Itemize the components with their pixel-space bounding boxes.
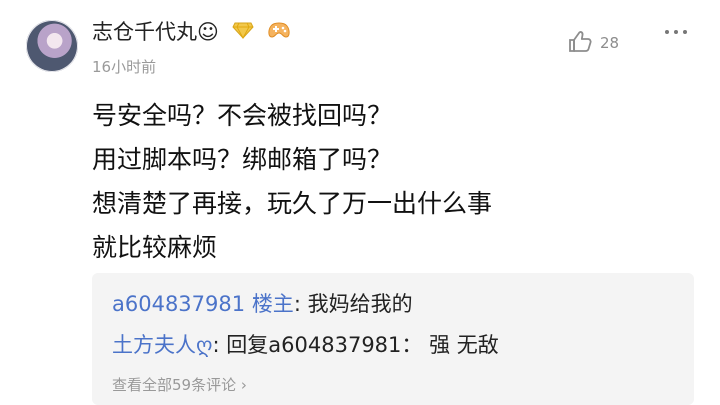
reply-text: 强 无敌	[429, 333, 499, 357]
reply-preview-box[interactable]: a604837981 楼主: 我妈给我的 土方夫人ღ: 回复a604837981…	[92, 273, 694, 405]
username-suffix: ☺	[197, 20, 219, 44]
reply-separator: :	[293, 292, 301, 316]
thumbs-up-icon[interactable]	[566, 29, 594, 57]
reply-author[interactable]: a604837981	[112, 292, 245, 316]
post-content: 号安全吗？不会被找回吗？ 用过脚本吗？绑邮箱了吗？ 想清楚了再接，玩久了万一出什…	[92, 94, 672, 270]
diamond-badge-icon	[231, 19, 254, 47]
reply-text: 我妈给我的	[307, 292, 413, 316]
post-line: 想清楚了再接，玩久了万一出什么事	[92, 189, 493, 218]
reply-item[interactable]: 土方夫人ღ: 回复a604837981： 强 无敌	[112, 330, 499, 360]
chevron-right-icon: ›	[240, 376, 247, 394]
more-dot	[674, 30, 678, 34]
username[interactable]: 志仓千代丸	[92, 20, 197, 44]
reply-separator: :	[212, 333, 220, 357]
more-dot	[683, 30, 687, 34]
reply-author[interactable]: 土方夫人ღ	[112, 333, 213, 357]
reply-prefix: 回复	[226, 333, 269, 357]
reply-separator: ：	[401, 333, 423, 357]
post-line: 号安全吗？不会被找回吗？	[92, 101, 393, 130]
more-dot	[665, 30, 669, 34]
like-button[interactable]: 28	[566, 29, 619, 57]
reply-item[interactable]: a604837981 楼主: 我妈给我的	[112, 289, 413, 319]
view-all-label: 查看全部59条评论	[112, 376, 237, 394]
game-controller-badge-icon	[266, 19, 292, 47]
username-row[interactable]: 志仓千代丸☺	[92, 18, 292, 47]
like-count: 28	[600, 34, 620, 52]
avatar[interactable]	[26, 20, 78, 72]
poster-tag: 楼主	[251, 292, 294, 316]
post-line: 用过脚本吗？绑邮箱了吗？	[92, 145, 393, 174]
post-time: 16小时前	[92, 58, 157, 76]
reply-to-user: a604837981	[268, 333, 402, 357]
post-line: 就比较麻烦	[92, 233, 218, 262]
view-all-comments-link[interactable]: 查看全部59条评论 ›	[112, 374, 247, 395]
more-dots-icon[interactable]	[665, 30, 687, 34]
